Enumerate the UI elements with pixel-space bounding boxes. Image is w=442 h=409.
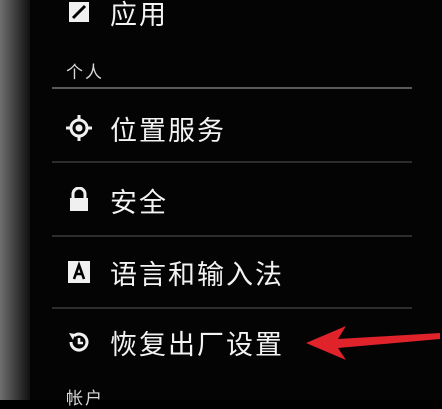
device-bezel (0, 0, 30, 400)
item-divider (52, 161, 412, 163)
settings-item-apps[interactable]: 应用 (30, 0, 412, 40)
location-icon (64, 113, 94, 143)
item-divider (52, 235, 412, 237)
red-arrow-annotation (306, 326, 440, 360)
section-header-personal: 个人 (66, 63, 104, 83)
settings-item-label: 应用 (110, 0, 168, 31)
section-divider (52, 87, 412, 89)
item-divider (52, 307, 412, 309)
lock-icon (64, 185, 94, 215)
settings-item-location[interactable]: 位置服务 (30, 100, 412, 156)
keyboard-a-icon (64, 257, 94, 287)
settings-item-language-input[interactable]: 语言和输入法 (30, 244, 412, 300)
settings-item-security[interactable]: 安全 (30, 172, 412, 228)
settings-item-label: 恢复出厂设置 (110, 329, 284, 361)
restore-icon (64, 327, 94, 357)
settings-item-label: 位置服务 (110, 115, 226, 147)
apps-icon (64, 0, 94, 27)
section-header-accounts: 帐户 (66, 389, 104, 409)
settings-item-label: 语言和输入法 (110, 259, 284, 291)
settings-item-label: 安全 (110, 187, 168, 219)
